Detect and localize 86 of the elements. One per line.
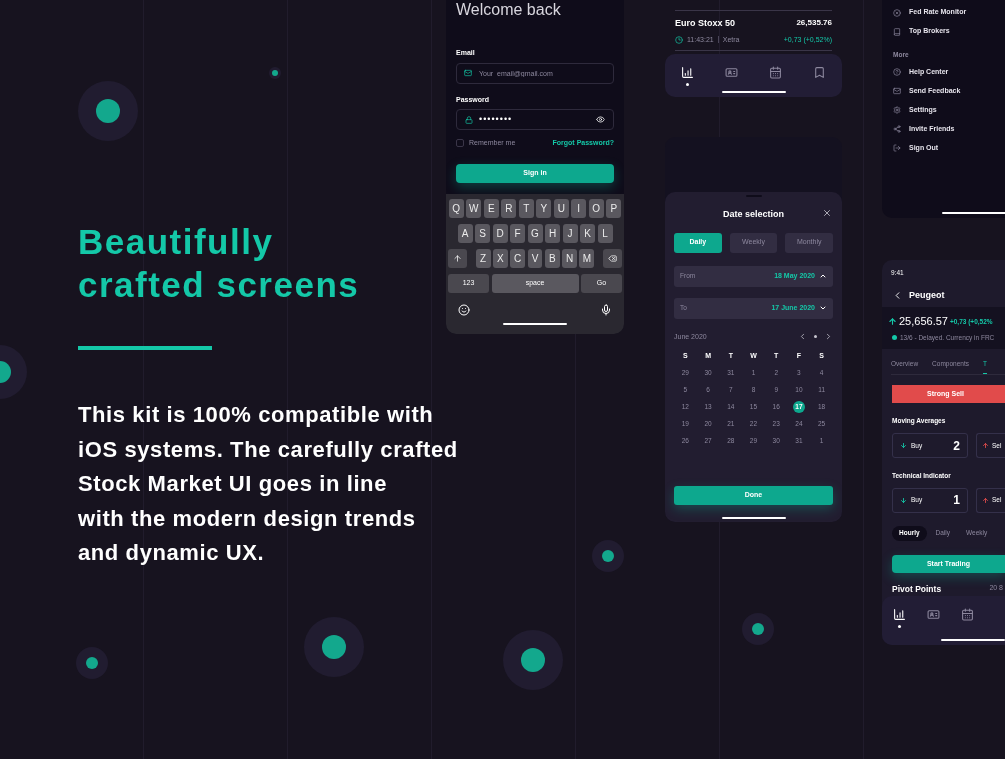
card-icon xyxy=(724,66,738,79)
body-text: and dynamic UX. xyxy=(78,539,265,567)
next-icon[interactable] xyxy=(824,332,833,342)
keyboard-key[interactable]: T xyxy=(518,198,534,218)
dot-decoration xyxy=(592,540,624,572)
keyboard-key[interactable]: K xyxy=(580,223,595,243)
keyboard-key[interactable]: D xyxy=(492,223,508,243)
home-indicator xyxy=(503,322,567,325)
dot-decoration xyxy=(742,613,774,645)
previous-icon[interactable] xyxy=(798,332,807,342)
bar-chart-icon xyxy=(892,607,906,621)
dot-decoration xyxy=(78,81,138,141)
keyboard-key[interactable]: L xyxy=(597,223,613,243)
keyboard-key[interactable]: O xyxy=(588,198,604,218)
keyboard-key[interactable]: Y xyxy=(536,198,552,218)
keyboard-key[interactable]: X xyxy=(493,248,508,268)
home-indicator xyxy=(721,91,786,93)
keyboard-key[interactable]: E xyxy=(483,198,499,218)
mail-icon xyxy=(893,87,901,96)
mail-icon xyxy=(464,69,472,77)
keyboard-key[interactable]: V xyxy=(527,248,543,268)
share-icon xyxy=(893,125,901,134)
body-text: This kit is 100% compatible with xyxy=(78,401,434,429)
up-arrow-icon xyxy=(888,317,897,326)
dot-decoration xyxy=(304,617,364,677)
stock-title: Peugeot xyxy=(909,288,945,302)
down-arrow-icon xyxy=(900,442,907,449)
emoji-icon xyxy=(458,303,470,316)
shift-icon xyxy=(452,253,462,263)
keyboard-key[interactable]: Z xyxy=(475,248,491,268)
dot-decoration xyxy=(269,67,281,79)
calendar-icon xyxy=(961,607,975,621)
home-indicator xyxy=(941,639,1005,641)
headline: Beautifully xyxy=(78,221,274,263)
keyboard-key[interactable]: P xyxy=(606,198,622,218)
circle-x-icon xyxy=(893,8,901,17)
card-icon xyxy=(927,607,940,621)
bookmark-icon xyxy=(813,66,827,79)
screen-title: Welcome back xyxy=(456,0,562,20)
password-field[interactable]: •••••••• xyxy=(456,109,614,130)
keyboard-key[interactable]: A xyxy=(457,223,473,243)
settings-icon xyxy=(893,106,901,115)
keyboard-key[interactable]: F xyxy=(510,223,525,243)
backspace-icon xyxy=(608,253,618,263)
keyboard-key[interactable]: C xyxy=(510,248,526,268)
keyboard-key[interactable]: G xyxy=(527,223,543,243)
keyboard-key[interactable]: M xyxy=(579,248,595,268)
sheet-title: Date selection xyxy=(723,208,784,221)
section-title: Pivot Points xyxy=(892,583,942,594)
keyboard-key[interactable]: B xyxy=(544,248,560,268)
home-indicator xyxy=(721,517,786,519)
stock-price: 25,656.57 xyxy=(899,314,948,330)
keyboard-key[interactable]: J xyxy=(562,223,578,243)
keyboard-key[interactable]: S xyxy=(475,223,490,243)
index-value: 26,535.76 xyxy=(796,17,832,29)
up-arrow-icon xyxy=(982,496,989,504)
keyboard-key[interactable]: U xyxy=(553,198,569,218)
down-arrow-icon xyxy=(900,496,907,504)
keyboard-key[interactable]: R xyxy=(501,198,517,218)
keyboard-key[interactable]: N xyxy=(562,248,577,268)
headline: crafted screens xyxy=(78,264,360,306)
index-name: Euro Stoxx 50 xyxy=(675,17,736,30)
book-icon xyxy=(893,27,901,36)
backspace-key[interactable] xyxy=(603,248,622,268)
home-indicator xyxy=(942,212,1005,214)
dot-decoration xyxy=(76,647,108,679)
body-text: with the modern design trends xyxy=(78,504,416,533)
checkbox[interactable] xyxy=(456,139,464,148)
close-icon[interactable] xyxy=(822,208,832,218)
keyboard-key[interactable]: I xyxy=(571,198,587,218)
keyboard-key[interactable]: Q xyxy=(448,198,464,218)
calendar-icon xyxy=(769,66,783,79)
clock-icon xyxy=(675,35,683,44)
help-icon xyxy=(893,68,901,77)
body-text: iOS systems. The carefully crafted xyxy=(78,435,458,464)
eye-icon xyxy=(596,115,605,124)
keyboard-key[interactable]: W xyxy=(466,198,482,218)
dot-decoration xyxy=(503,630,563,690)
microphone-icon xyxy=(600,303,612,316)
sign-out-icon xyxy=(893,144,901,153)
keyboard-key[interactable]: H xyxy=(545,223,560,243)
up-arrow-icon xyxy=(982,442,989,449)
bar-chart-icon xyxy=(680,66,694,79)
lock-icon xyxy=(465,115,473,124)
body-text: Stock Market UI goes in line xyxy=(78,470,387,498)
shift-key[interactable] xyxy=(448,248,467,268)
